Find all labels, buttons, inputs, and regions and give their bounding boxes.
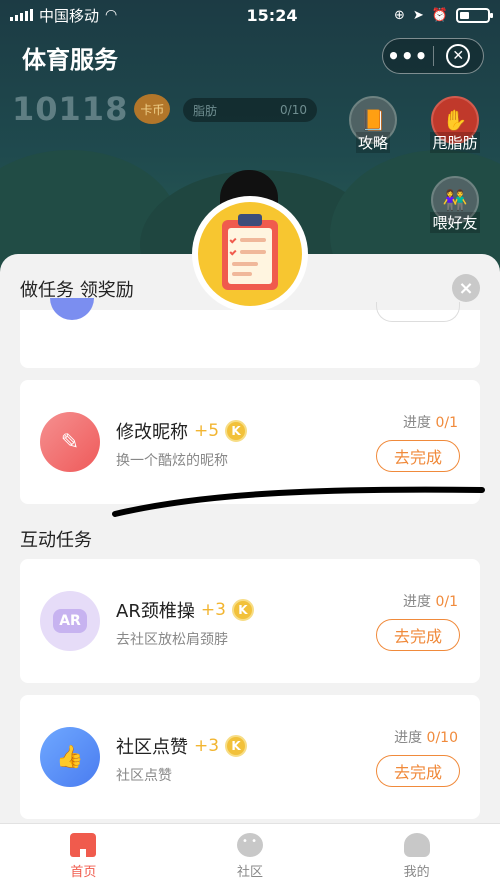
- task-description: 社区点赞: [116, 768, 172, 784]
- task-action-button[interactable]: [376, 302, 460, 322]
- task-progress: 进度 0/1: [403, 591, 458, 611]
- thumbs-up-icon: 👍: [40, 727, 100, 787]
- home-icon: [70, 833, 97, 857]
- tab-profile[interactable]: 我的: [333, 824, 500, 889]
- eraser-icon: ✎: [40, 412, 100, 472]
- page-title: 体育服务: [22, 46, 118, 74]
- task-card-community-like: 👍 社区点赞 +3 K 社区点赞 进度 0/10 去完成: [20, 695, 480, 819]
- status-time: 15:24: [246, 5, 298, 25]
- coin-counter: 10118 卡币: [12, 90, 171, 128]
- miniprogram-capsule: ••• ✕: [382, 38, 484, 74]
- task-reward: +3: [194, 736, 220, 756]
- carrier-label: 中国移动: [39, 6, 100, 25]
- task-reward: +3: [200, 600, 226, 620]
- chat-bubble-icon: [237, 833, 263, 857]
- task-icon: [50, 298, 94, 320]
- close-icon: ✕: [446, 44, 471, 68]
- tab-label: 我的: [403, 865, 430, 880]
- exit-button[interactable]: ✕: [433, 44, 483, 68]
- tab-label: 首页: [70, 865, 97, 880]
- app-header: 体育服务 ••• ✕: [0, 38, 500, 78]
- close-icon: ×: [458, 277, 474, 299]
- feed-friend-label: 喂好友: [430, 212, 480, 233]
- task-title-row: 社区点赞 +3 K: [116, 733, 248, 759]
- alarm-icon: ⏰: [431, 7, 448, 23]
- section-title-interactive: 互动任务: [20, 530, 92, 551]
- complete-task-button[interactable]: 去完成: [376, 440, 460, 472]
- wifi-icon: ◠: [105, 7, 118, 23]
- complete-task-button[interactable]: 去完成: [376, 619, 460, 651]
- task-reward: +5: [194, 421, 220, 441]
- task-sheet: 做任务 领奖励 × ✎ 修改昵称 +5 K 换一个酷炫的昵称 进度 0/1 去完…: [0, 254, 500, 889]
- status-bar: 中国移动 ◠ 15:24 ⊕ ➤ ⏰: [0, 0, 500, 30]
- battery-icon: [456, 7, 493, 23]
- task-card-ar-neck: AR AR颈椎操 +3 K 去社区放松肩颈脖 进度 0/1 去完成: [20, 559, 480, 683]
- progress-label: 进度: [403, 415, 432, 431]
- tab-community[interactable]: 社区: [167, 824, 334, 889]
- feed-friend-button[interactable]: 👫 喂好友: [426, 176, 484, 233]
- task-progress: 进度 0/10: [394, 727, 458, 747]
- task-name: AR颈椎操: [116, 601, 195, 622]
- ar-shield-icon: AR: [40, 591, 100, 651]
- k-coin-icon: K: [225, 735, 248, 757]
- handwritten-scribble: [112, 486, 485, 517]
- k-coin-icon: K: [225, 420, 248, 442]
- task-title-row: AR颈椎操 +3 K: [116, 597, 254, 623]
- fat-label: 脂肪: [193, 103, 218, 118]
- coin-unit-badge: 卡币: [134, 94, 171, 124]
- more-button[interactable]: •••: [383, 46, 433, 66]
- task-clipboard-icon: [192, 196, 308, 312]
- shake-fat-label: 甩脂肪: [430, 132, 480, 153]
- coin-amount: 10118: [12, 90, 129, 128]
- location-icon: ➤: [412, 7, 424, 23]
- user-icon: [403, 833, 430, 857]
- fat-progress-bar: 脂肪 0/10: [183, 98, 317, 122]
- tab-home[interactable]: 首页: [0, 824, 167, 889]
- task-title-row: 修改昵称 +5 K: [116, 418, 248, 444]
- strategy-label: 攻略: [355, 132, 390, 153]
- task-progress: 进度 0/1: [403, 412, 458, 432]
- task-card-partial: [20, 298, 480, 368]
- tab-label: 社区: [237, 865, 264, 880]
- progress-value: 0/1: [435, 415, 458, 431]
- task-name: 修改昵称: [116, 422, 188, 443]
- complete-task-button[interactable]: 去完成: [376, 755, 460, 787]
- k-coin-icon: K: [231, 599, 254, 621]
- bottom-tab-bar: 首页 社区 我的: [0, 823, 500, 889]
- fat-progress-value: 0/10: [280, 103, 307, 117]
- task-description: 换一个酷炫的昵称: [116, 453, 228, 469]
- progress-value: 0/10: [426, 730, 458, 746]
- task-description: 去社区放松肩颈脖: [116, 632, 228, 648]
- progress-label: 进度: [403, 594, 432, 610]
- progress-value: 0/1: [435, 594, 458, 610]
- progress-label: 进度: [394, 730, 423, 746]
- lock-rotation-icon: ⊕: [394, 7, 405, 23]
- signal-icon: [10, 9, 33, 21]
- sheet-close-button[interactable]: ×: [452, 274, 480, 302]
- shake-fat-button[interactable]: ✋ 甩脂肪: [426, 96, 484, 153]
- task-name: 社区点赞: [116, 737, 188, 758]
- strategy-button[interactable]: 📙 攻略: [344, 96, 402, 153]
